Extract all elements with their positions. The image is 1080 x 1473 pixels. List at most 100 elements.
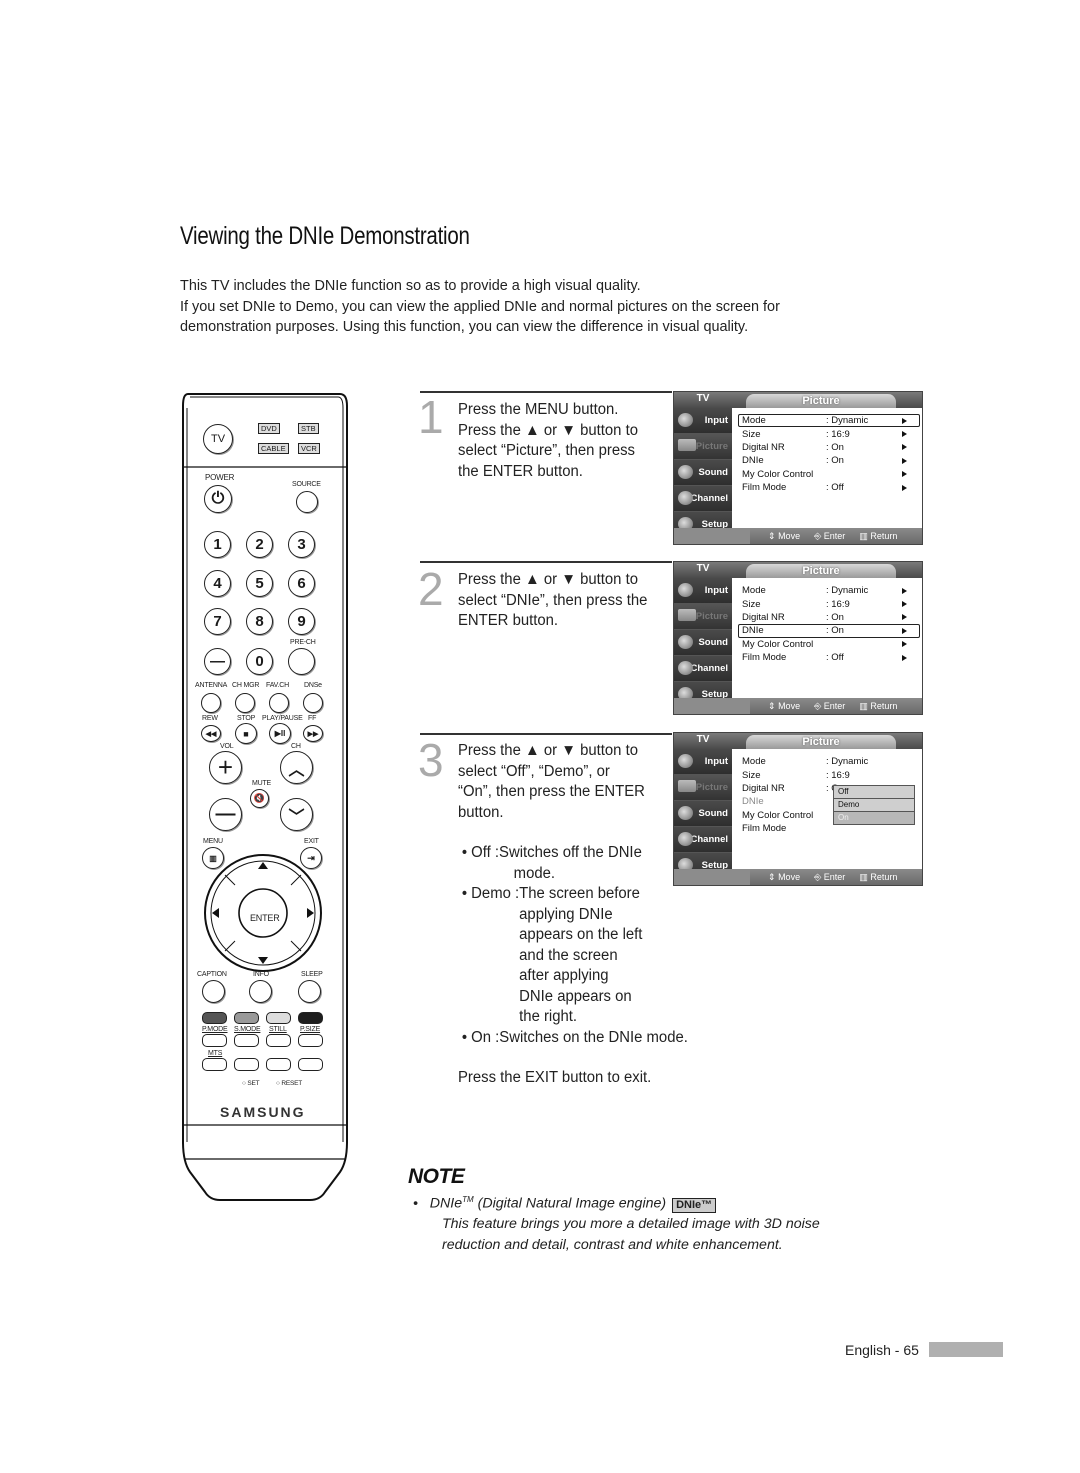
osd-sidebar-picture[interactable]: Picture [674,775,732,801]
nav-down-button[interactable] [240,943,286,969]
vcr-mode-button[interactable]: VCR [298,443,320,454]
osd-row-dnie[interactable]: DNIe : On [738,624,920,638]
nav-up-button[interactable] [240,857,286,883]
antenna-button[interactable] [201,693,221,713]
vol-up-button[interactable]: + [209,751,242,784]
favch-label: FAV.CH [266,682,289,689]
osd-move-label: Move [778,700,801,711]
step-2-number: 2 [418,563,444,615]
osd-sidebar-channel[interactable]: Channel [674,656,732,682]
intro-line: If you set DNIe to Demo, you can view th… [180,297,780,315]
stop-button[interactable]: ■ [235,723,257,744]
pmode-label: P.MODE [202,1026,228,1033]
dropdown-option-on[interactable]: On [833,811,915,825]
osd-sidebar-sound[interactable]: Sound [674,630,732,656]
digit-7-button[interactable]: 7 [204,608,231,635]
smode-button[interactable] [234,1034,259,1047]
bullet-line: Switches on the DNIe mode. [499,1028,688,1046]
osd-row-size[interactable]: Size : 16:9 [734,768,920,781]
osd-sidebar-channel[interactable]: Channel [674,486,732,512]
osd-sidebar-sound[interactable]: Sound [674,460,732,486]
osd-row-size[interactable]: Size : 16:9 [734,597,920,610]
osd-row-size[interactable]: Size : 16:9 [734,427,920,440]
reset-button[interactable]: ○ RESET [276,1080,302,1087]
osd-row-mode[interactable]: Mode : Dynamic [738,414,920,428]
osd-sidebar-sound[interactable]: Sound [674,801,732,827]
favch-button[interactable] [269,693,289,713]
cable-mode-button[interactable]: CABLE [258,443,289,454]
digit-4-button[interactable]: 4 [204,570,231,597]
osd-sidebar-picture[interactable]: Picture [674,604,732,630]
dnse-button[interactable] [303,693,323,713]
blank-button-2[interactable] [266,1058,291,1071]
pmode-button[interactable] [202,1034,227,1047]
stb-mode-button[interactable]: STB [298,423,319,434]
vol-down-button[interactable]: — [209,798,242,831]
stop-label: STOP [237,715,256,722]
osd-row-film-mode[interactable]: Film Mode : Off [734,481,920,494]
blank-button-3[interactable] [298,1058,323,1071]
digit-9-button[interactable]: 9 [288,608,315,635]
exit-button[interactable]: ⇥ [300,847,322,869]
osd-sidebar-picture[interactable]: Picture [674,434,732,460]
ff-button[interactable]: ▶▶ [303,725,323,742]
osd-row-film-mode[interactable]: Film Mode : Off [734,651,920,664]
dvd-mode-button[interactable]: DVD [258,423,280,434]
osd-sidebar-input[interactable]: Input [674,408,732,434]
digit-6-button[interactable]: 6 [288,570,315,597]
osd-row-mode[interactable]: Mode : Dynamic [734,755,920,768]
source-button[interactable] [296,491,318,513]
color-key-blue[interactable] [298,1012,323,1024]
osd-row-my-color-control[interactable]: My Color Control [734,468,920,481]
picture-icon [678,780,696,792]
osd-row-value: : On [826,441,844,453]
ch-down-button[interactable]: ﹀ [280,798,313,831]
mts-button[interactable] [202,1058,227,1071]
dash-button[interactable]: — [204,648,231,675]
digit-0-button[interactable]: 0 [246,648,273,675]
caption-button[interactable] [202,980,225,1003]
still-button[interactable] [266,1034,291,1047]
digit-8-button[interactable]: 8 [246,608,273,635]
color-key-green[interactable] [234,1012,259,1024]
play-pause-button[interactable]: ▶II [269,723,291,744]
osd-row-dnie[interactable]: DNIe : On [734,454,920,467]
dropdown-option-off[interactable]: Off [833,785,915,799]
psize-button[interactable] [298,1034,323,1047]
digit-2-button[interactable]: 2 [246,531,273,558]
color-key-yellow[interactable] [266,1012,291,1024]
chmgr-button[interactable] [235,693,255,713]
color-key-red[interactable] [202,1012,227,1024]
digit-3-button[interactable]: 3 [288,531,315,558]
nav-right-button[interactable] [293,890,319,936]
osd-row-mode[interactable]: Mode : Dynamic [734,584,920,597]
osd-sidebar-label: Picture [695,782,728,793]
dropdown-option-demo[interactable]: Demo [833,798,915,812]
osd-row-digital-nr[interactable]: Digital NR : On [734,611,920,624]
digit-1-button[interactable]: 1 [204,531,231,558]
prech-button[interactable] [288,648,315,675]
ch-up-button[interactable]: ︿ [280,751,313,784]
osd-row-my-color-control[interactable]: My Color Control [734,638,920,651]
sleep-button[interactable] [298,980,321,1003]
osd-sidebar-input[interactable]: Input [674,749,732,775]
arrow-right-icon [902,484,907,491]
blank-button-1[interactable] [234,1058,259,1071]
bullet-off: • Off : Switches off the DNIe [462,843,688,864]
osd-row-key: Size [742,769,761,781]
osd-sidebar-input[interactable]: Input [674,578,732,604]
set-button[interactable]: ○ SET [242,1080,260,1087]
menu-button[interactable]: ▥ [202,847,224,869]
tv-mode-button[interactable]: TV [203,424,233,454]
power-button[interactable]: ⏻ [204,485,232,513]
enter-button[interactable] [239,889,287,937]
vol-label: VOL [220,743,234,750]
rew-button[interactable]: ◀◀ [201,725,221,742]
info-button[interactable] [249,980,272,1003]
dnie-options-dropdown[interactable]: Off Demo On [833,785,915,825]
nav-left-button[interactable] [207,890,233,936]
osd-sidebar-channel[interactable]: Channel [674,827,732,853]
digit-5-button[interactable]: 5 [246,570,273,597]
osd-row-digital-nr[interactable]: Digital NR : On [734,441,920,454]
mute-button[interactable]: 🔇 [250,789,269,808]
